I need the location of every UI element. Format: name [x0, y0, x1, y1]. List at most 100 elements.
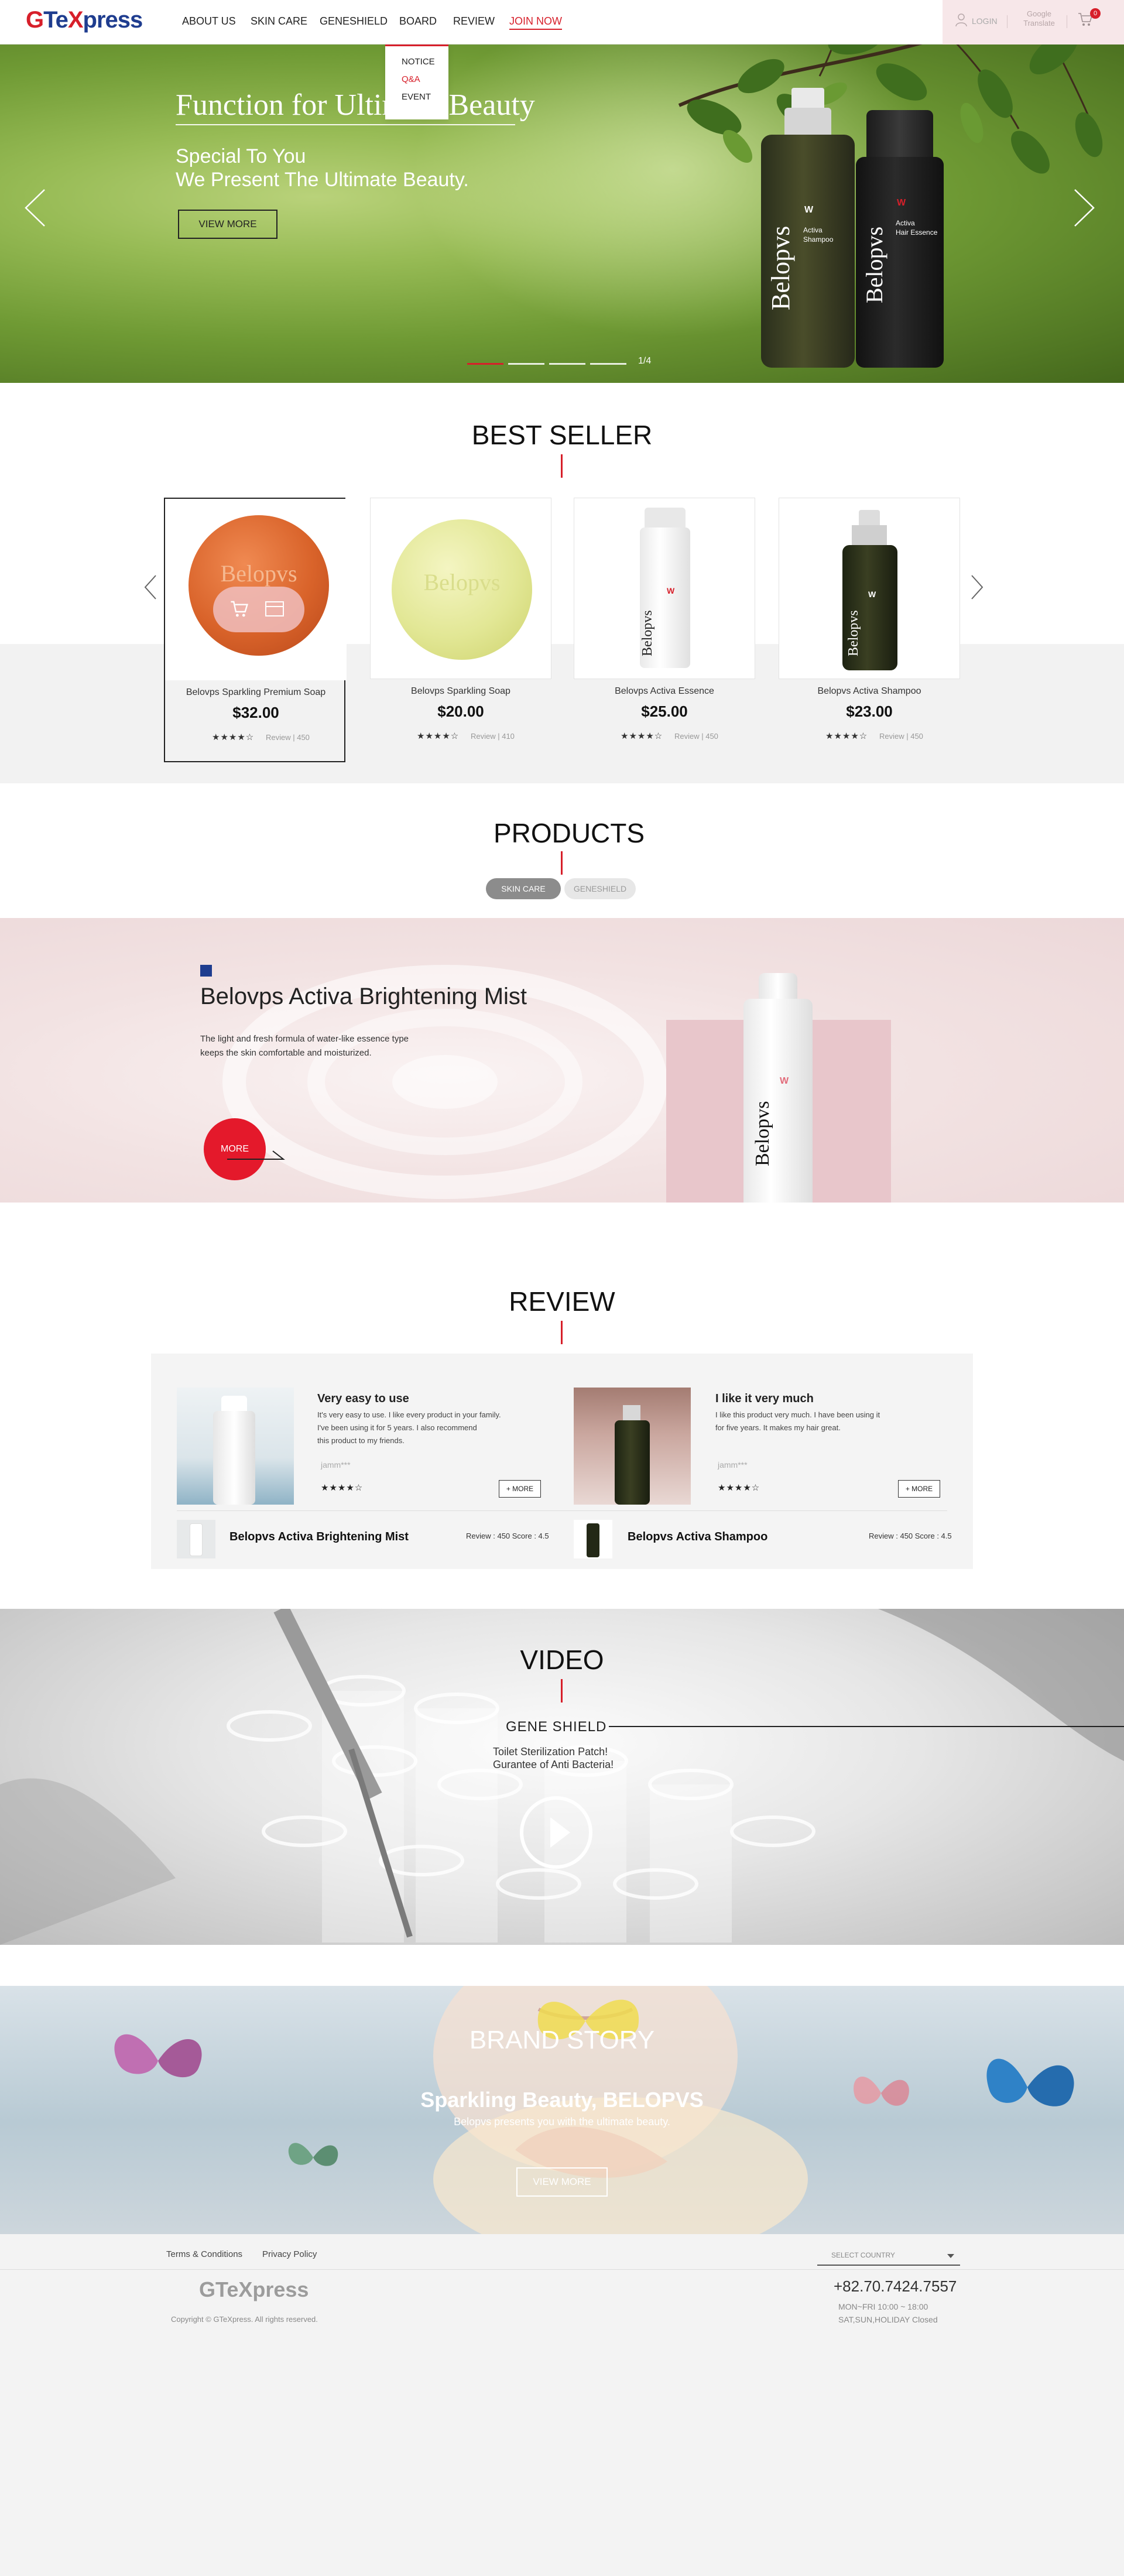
review-score: Review : 450 Score : 4.5 — [466, 1532, 549, 1540]
slide-indicator-2[interactable] — [508, 363, 544, 365]
google-translate[interactable]: Google Translate — [1019, 9, 1060, 28]
product-thumbnail[interactable] — [177, 1520, 215, 1558]
brand-story-title: BRAND STORY — [469, 2026, 655, 2054]
product-image[interactable]: Belopvs — [370, 498, 551, 679]
video-subtitle-line — [609, 1726, 1124, 1727]
card-icon[interactable] — [265, 601, 285, 617]
review-text: I've been using it for 5 years. I also r… — [317, 1423, 477, 1432]
privacy-link[interactable]: Privacy Policy — [262, 2249, 317, 2259]
chevron-right-icon[interactable] — [1072, 187, 1096, 228]
section-spacer — [0, 1945, 1124, 1986]
tab-geneshield[interactable]: GENESHIELD — [564, 878, 636, 899]
review-count: Review | 450 — [674, 732, 718, 741]
nav-about-us[interactable]: ABOUT US — [182, 15, 236, 28]
featured-product-description: The light and fresh formula of water-lik… — [200, 1034, 409, 1044]
product-thumbnail[interactable] — [574, 1520, 612, 1558]
chevron-left-icon[interactable] — [23, 187, 47, 228]
slide-indicator-4[interactable] — [590, 363, 626, 365]
review-photo[interactable] — [177, 1388, 294, 1505]
user-icon[interactable] — [955, 13, 967, 27]
video-description: Gurantee of Anti Bacteria! — [493, 1759, 614, 1770]
bottle-logo-icon: W — [804, 205, 814, 215]
review-text: It's very easy to use. I like every prod… — [317, 1410, 501, 1419]
review-more-button[interactable]: + MORE — [898, 1480, 940, 1498]
hero-subtitle-line2: We Present The Ultimate Beauty. — [176, 169, 469, 191]
nav-skin-care[interactable]: SKIN CARE — [251, 15, 307, 28]
hero-title-underline — [176, 124, 515, 125]
product-name[interactable]: Belovps Sparkling Soap — [370, 686, 551, 697]
cart-icon[interactable] — [229, 600, 249, 618]
review-title: REVIEW — [509, 1286, 615, 1317]
tab-skin-care[interactable]: SKIN CARE — [486, 878, 561, 899]
rating-stars: ★★★★☆ — [718, 1483, 760, 1493]
review-divider — [177, 1510, 947, 1511]
review-photo[interactable] — [574, 1388, 691, 1505]
nav-join-now[interactable]: JOIN NOW — [509, 15, 562, 30]
accent-square — [200, 965, 212, 977]
section-accent-bar — [561, 851, 563, 875]
rating-stars: ★★★★☆ — [825, 731, 868, 741]
login-link[interactable]: LOGIN — [972, 16, 998, 26]
product-card[interactable]: Belopvs Belovps Sparkling Soap $20.00 ★★… — [370, 498, 551, 761]
brand-view-more-button[interactable]: VIEW MORE — [516, 2167, 608, 2197]
product-image[interactable]: Belopvs W — [574, 498, 755, 679]
video-description: Toilet Sterilization Patch! — [493, 1746, 608, 1758]
product-card[interactable]: Belopvs W Belopvs Activa Shampoo $23.00 … — [779, 498, 960, 761]
review-text: this product to my friends. — [317, 1436, 405, 1445]
bottle-logo-icon: W — [780, 1076, 789, 1086]
menu-item-notice[interactable]: NOTICE — [402, 57, 435, 67]
business-hours: MON~FRI 10:00 ~ 18:00 — [838, 2302, 928, 2311]
featured-product-description: keeps the skin comfortable and moisturiz… — [200, 1048, 372, 1058]
chevron-left-icon[interactable] — [143, 574, 158, 601]
review-product-name[interactable]: Belopvs Activa Shampoo — [628, 1530, 767, 1544]
bottle-logo-icon: W — [897, 198, 906, 208]
product-image[interactable]: Belopvs W — [779, 498, 960, 679]
review-product-name[interactable]: Belopvs Activa Brightening Mist — [229, 1530, 409, 1544]
slide-counter: 1/4 — [638, 356, 652, 366]
board-dropdown-menu: NOTICE Q&A EVENT — [385, 44, 448, 119]
product-card[interactable]: Belopvs Belovps Sparkling Premium Soap $… — [164, 498, 347, 762]
product-name[interactable]: Belovps Sparkling Premium Soap — [165, 687, 347, 698]
product-price: $32.00 — [232, 704, 279, 721]
review-user: jamm*** — [718, 1460, 748, 1469]
nav-board[interactable]: BOARD — [399, 15, 437, 28]
product-name[interactable]: Belovps Activa Essence — [574, 686, 755, 697]
product-price: $23.00 — [846, 703, 893, 720]
hero-view-more-button[interactable]: VIEW MORE — [178, 210, 277, 239]
product-image[interactable]: Belopvs — [165, 499, 347, 680]
review-count: Review | 410 — [471, 732, 515, 741]
review-text: for five years. It makes my hair great. — [715, 1423, 841, 1432]
header-divider — [1007, 15, 1008, 28]
cart-count-badge: 0 — [1090, 8, 1101, 19]
rating-stars: ★★★★☆ — [621, 731, 663, 741]
video-title: VIDEO — [520, 1645, 604, 1675]
butterfly-icon — [288, 2143, 338, 2166]
cream-swirl-background — [222, 965, 667, 1199]
video-subtitle: GENE SHIELD — [506, 1719, 607, 1735]
contact-phone: +82.70.7424.7557 — [834, 2277, 957, 2295]
menu-item-event[interactable]: EVENT — [402, 92, 431, 102]
footer-logo[interactable]: GTeXpress — [199, 2277, 309, 2302]
review-more-button[interactable]: + MORE — [499, 1480, 541, 1498]
terms-link[interactable]: Terms & Conditions — [166, 2249, 242, 2259]
nav-review[interactable]: REVIEW — [453, 15, 495, 28]
chevron-down-icon[interactable] — [947, 2254, 954, 2258]
butterfly-icon — [114, 2034, 202, 2078]
chevron-right-icon[interactable] — [969, 574, 985, 601]
business-hours: SAT,SUN,HOLIDAY Closed — [838, 2315, 938, 2324]
slide-indicator-1[interactable] — [467, 363, 503, 365]
site-logo[interactable]: GTeXpress — [26, 7, 143, 33]
slide-indicator-3[interactable] — [549, 363, 585, 365]
quick-action-overlay — [213, 587, 304, 632]
nav-geneshield[interactable]: GENESHIELD — [320, 15, 388, 28]
products-title: PRODUCTS — [493, 818, 645, 848]
product-name[interactable]: Belopvs Activa Shampoo — [779, 686, 960, 697]
menu-item-qna[interactable]: Q&A — [402, 74, 420, 84]
review-heading: I like it very much — [715, 1392, 814, 1405]
product-card[interactable]: Belopvs W Belovps Activa Essence $25.00 … — [574, 498, 755, 761]
review-heading: Very easy to use — [317, 1392, 409, 1405]
site-header: GTeXpress ABOUT US SKIN CARE GENESHIELD … — [0, 0, 1124, 44]
section-accent-bar — [561, 454, 563, 478]
country-select[interactable]: SELECT COUNTRY — [817, 2245, 960, 2266]
butterfly-icon — [986, 2058, 1074, 2106]
